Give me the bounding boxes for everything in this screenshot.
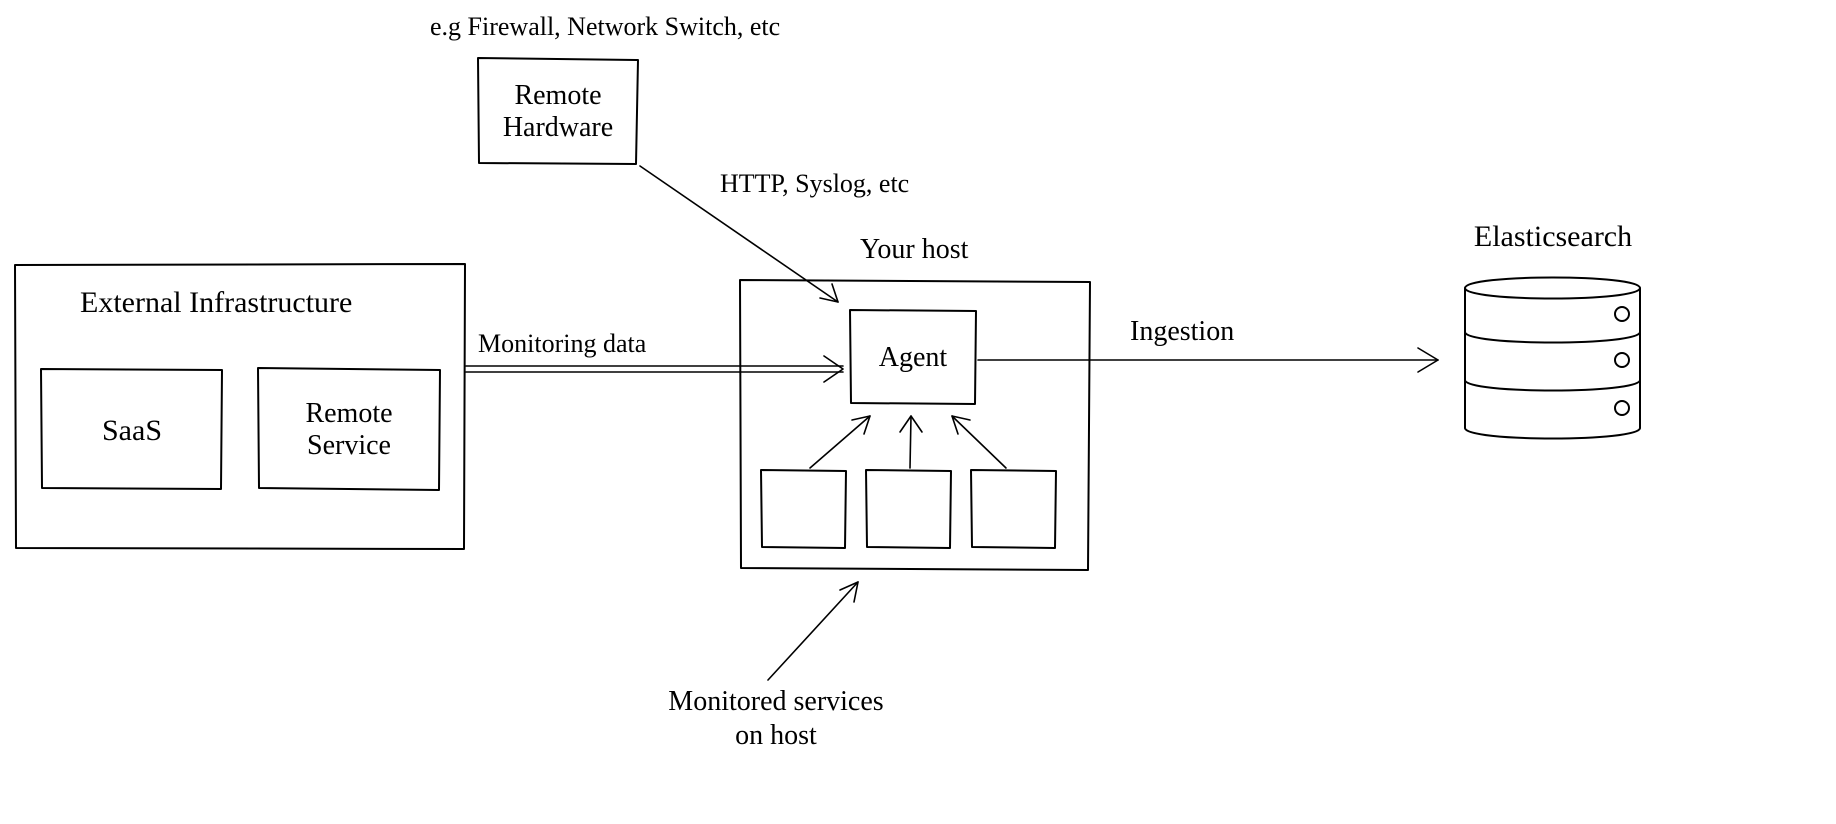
agent-label: Agent (879, 342, 948, 373)
remote-service-box (258, 368, 440, 490)
ingestion-label: Ingestion (1130, 316, 1234, 347)
remote-hardware-label-1: Remote (514, 80, 601, 111)
monitoring-data-label: Monitoring data (478, 329, 647, 358)
arrow-service3-to-agent (952, 416, 1006, 468)
your-host-box (740, 280, 1090, 570)
service-box-3 (971, 470, 1056, 548)
arrow-external-to-agent (466, 356, 843, 382)
arrow-service2-to-agent (900, 416, 922, 468)
saas-label: SaaS (102, 414, 162, 447)
remote-service-label-2: Service (307, 430, 391, 461)
monitored-services-label-1: Monitored services (668, 686, 883, 717)
remote-service-label-1: Remote (305, 398, 392, 429)
remote-hardware-caption: e.g Firewall, Network Switch, etc (430, 12, 780, 41)
arrow-agent-to-elasticsearch (978, 348, 1438, 372)
arrow-service1-to-agent (810, 416, 870, 468)
remote-hardware-box (478, 58, 638, 164)
your-host-label: Your host (860, 234, 969, 265)
monitored-services-label-2: on host (735, 720, 817, 751)
database-icon (1465, 278, 1640, 439)
elasticsearch-label: Elasticsearch (1474, 220, 1632, 253)
external-infra-title: External Infrastructure (80, 286, 352, 319)
remote-hardware-label-2: Hardware (503, 112, 613, 143)
service-box-1 (761, 470, 846, 548)
service-box-2 (866, 470, 951, 548)
arrow-monitored-services-to-host (768, 582, 858, 680)
http-syslog-label: HTTP, Syslog, etc (720, 169, 909, 198)
